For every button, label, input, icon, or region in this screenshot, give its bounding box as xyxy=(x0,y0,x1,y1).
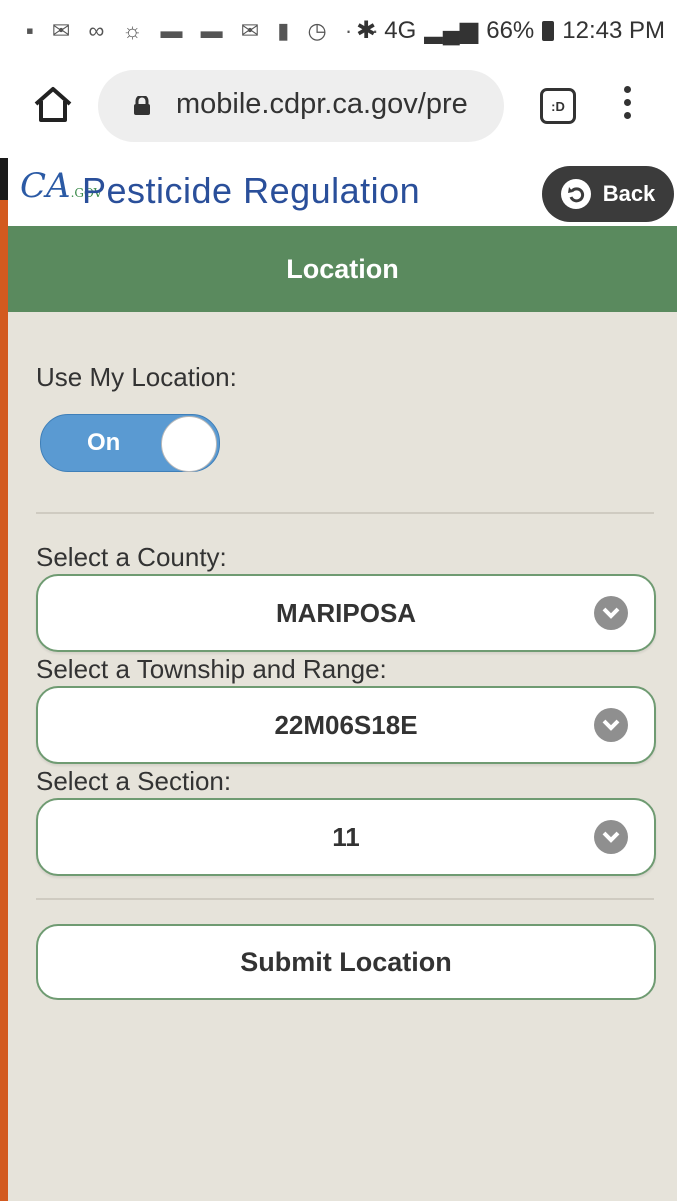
status-bar: ▪ ✉ ∞ ☼ ▬ ▬ ✉ ▮ ◷ ··· ✱ 4G ▂▄▆ 66% 12:43… xyxy=(0,0,677,62)
page-title-bar: Location xyxy=(8,226,677,312)
toggle-knob xyxy=(161,416,217,472)
submit-location-button[interactable]: Submit Location xyxy=(36,924,656,1000)
county-select[interactable]: MARIPOSA xyxy=(36,574,656,652)
chevron-down-icon xyxy=(594,708,628,742)
tabs-button[interactable]: :D xyxy=(540,88,576,124)
location-form: Use My Location: On Select a County: MAR… xyxy=(8,312,677,1201)
county-value: MARIPOSA xyxy=(275,598,417,628)
site-header: CA.GOV Pesticide Regulation Back xyxy=(8,158,677,226)
toggle-state: On xyxy=(87,429,121,456)
network-indicator: 4G xyxy=(384,16,417,44)
battery-percent: 66% xyxy=(486,16,535,44)
url-bar[interactable]: mobile.cdpr.ca.gov/pre xyxy=(98,70,504,142)
page-title: Location xyxy=(286,254,399,284)
section-label: Select a Section: xyxy=(36,766,232,796)
township-select[interactable]: 22M06S18E xyxy=(36,686,656,764)
back-button[interactable]: Back xyxy=(542,166,674,222)
divider xyxy=(36,512,654,514)
home-icon[interactable] xyxy=(30,82,76,128)
signal-icon: ▂▄▆ xyxy=(424,17,479,44)
section-value: 11 xyxy=(332,822,360,852)
section-select[interactable]: 11 xyxy=(36,798,656,876)
browser-toolbar: mobile.cdpr.ca.gov/pre :D xyxy=(0,62,677,158)
use-location-toggle[interactable]: On xyxy=(40,414,220,472)
notification-icons: ▪ ✉ ∞ ☼ ▬ ▬ ✉ ▮ ◷ ··· xyxy=(26,18,385,43)
chevron-down-icon xyxy=(594,596,628,630)
township-label: Select a Township and Range: xyxy=(36,654,387,684)
township-value: 22M06S18E xyxy=(274,710,418,740)
status-right: ✱ 4G ▂▄▆ 66% 12:43 PM xyxy=(356,16,665,45)
site-title: Pesticide Regulation xyxy=(82,170,421,211)
url-text: mobile.cdpr.ca.gov/pre xyxy=(176,88,468,120)
overflow-menu-icon[interactable] xyxy=(620,86,634,126)
divider xyxy=(36,898,654,900)
county-label: Select a County: xyxy=(36,542,227,572)
battery-icon xyxy=(542,20,555,41)
bluetooth-icon: ✱ xyxy=(356,17,377,44)
chevron-down-icon xyxy=(594,820,628,854)
clock: 12:43 PM xyxy=(562,16,665,44)
back-arrow-icon xyxy=(560,179,591,209)
use-location-label: Use My Location: xyxy=(36,362,237,392)
back-label: Back xyxy=(602,181,656,206)
lock-icon xyxy=(132,94,152,115)
edge-strip xyxy=(0,200,8,1201)
